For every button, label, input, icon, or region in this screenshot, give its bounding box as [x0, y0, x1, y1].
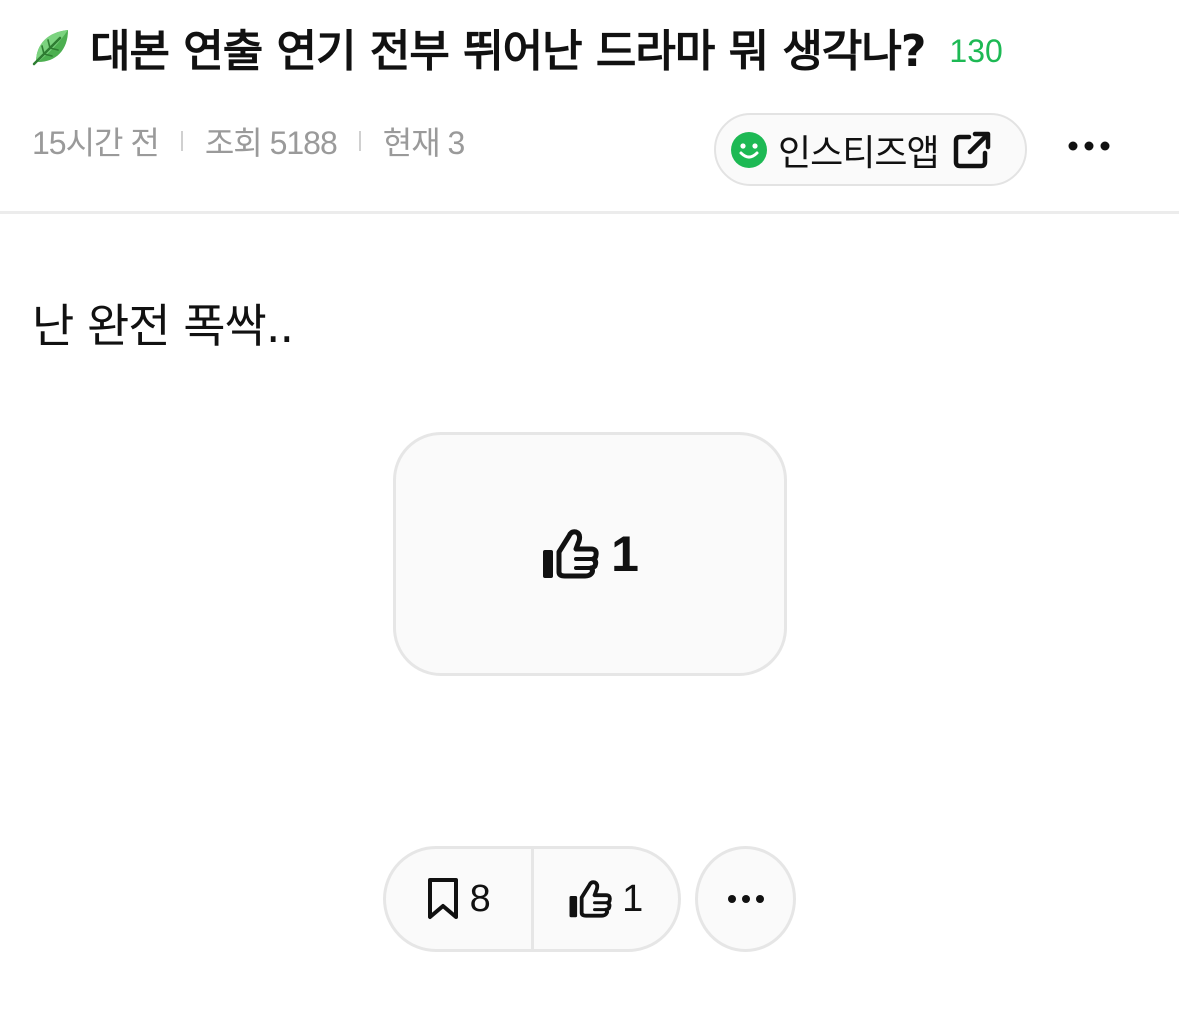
more-options-button[interactable]	[1062, 126, 1116, 166]
like-count: 1	[611, 526, 639, 582]
meta-divider	[358, 131, 361, 151]
smile-icon	[731, 131, 767, 168]
like-button[interactable]: 1	[393, 432, 787, 676]
post-page: 대본 연출 연기 전부 뛰어난 드라마 뭐 생각나? 130 15시간 전 조회…	[0, 0, 1179, 1009]
more-icon	[727, 895, 764, 903]
recommend-count: 1	[622, 877, 644, 920]
open-app-label: 인스티즈앱	[778, 132, 940, 174]
post-current-viewers: 현재 3	[382, 125, 466, 161]
meta-divider	[180, 131, 183, 151]
post-header: 대본 연출 연기 전부 뛰어난 드라마 뭐 생각나? 130	[30, 12, 1003, 82]
post-time: 15시간 전	[32, 125, 160, 161]
post-actions: 8 1	[383, 846, 681, 952]
bookmark-count: 8	[469, 877, 491, 920]
thumbs-up-icon	[569, 880, 612, 918]
post-body: 난 완전 폭싹..	[32, 299, 294, 353]
comment-count[interactable]: 130	[949, 33, 1002, 70]
recommend-button[interactable]: 1	[534, 849, 679, 949]
post-meta: 15시간 전 조회 5188 현재 3	[32, 118, 466, 164]
leaf-icon	[32, 30, 68, 66]
header-divider	[0, 211, 1179, 214]
external-link-icon	[953, 131, 990, 168]
more-actions-button[interactable]	[695, 846, 796, 952]
post-views: 조회 5188	[204, 125, 338, 161]
thumbs-up-icon	[543, 529, 599, 579]
bookmark-icon	[427, 878, 458, 919]
open-app-button[interactable]: 인스티즈앱	[714, 113, 1027, 186]
post-title: 대본 연출 연기 전부 뛰어난 드라마 뭐 생각나?	[90, 26, 926, 77]
more-icon	[1068, 141, 1110, 151]
bookmark-button[interactable]: 8	[386, 849, 531, 949]
